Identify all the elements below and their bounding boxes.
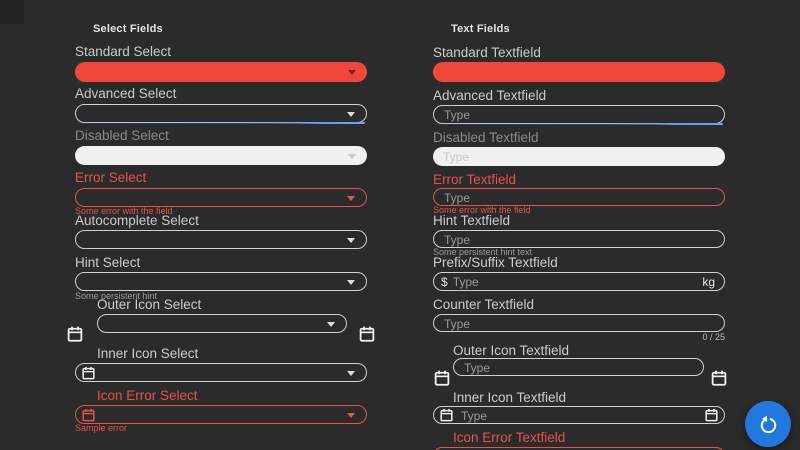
calendar-icon	[710, 369, 728, 387]
disabled-textfield-label: Disabled Textfield	[433, 130, 539, 145]
error-select-field[interactable]	[75, 188, 367, 207]
chevron-down-icon	[347, 412, 355, 418]
inner-icon-textfield[interactable]	[433, 406, 725, 424]
calendar-icon	[433, 369, 451, 387]
chevron-down-icon	[347, 279, 355, 285]
outer-icon-textfield-label: Outer Icon Textfield	[453, 343, 570, 358]
form-demo-screen: Select Fields Standard Select Advanced S…	[0, 0, 800, 450]
prefix-suffix-textfield-label: Prefix/Suffix Textfield	[433, 255, 558, 270]
error-textfield-label: Error Textfield	[433, 172, 517, 187]
focus-underline	[77, 122, 365, 124]
autocomplete-select-field[interactable]	[75, 230, 367, 249]
reset-undo-icon	[757, 413, 780, 436]
standard-textfield[interactable]	[433, 62, 725, 82]
hint-textfield-label: Hint Textfield	[433, 213, 511, 228]
inner-icon-textfield-label: Inner Icon Textfield	[453, 390, 567, 405]
autocomplete-select-label: Autocomplete Select	[75, 213, 199, 228]
calendar-icon	[704, 408, 719, 423]
icon-error-select-error-text: Sample error	[75, 423, 128, 433]
hint-select-label: Hint Select	[75, 255, 141, 270]
outer-icon-textfield-input[interactable]	[454, 360, 703, 376]
outer-icon-textfield[interactable]	[453, 358, 704, 376]
counter-textfield-label: Counter Textfield	[433, 297, 535, 312]
calendar-icon	[358, 325, 376, 343]
standard-select-field[interactable]	[75, 62, 367, 82]
text-fields-section-title: Text Fields	[451, 23, 510, 35]
hint-textfield-input[interactable]	[434, 232, 724, 248]
counter-textfield-input[interactable]	[434, 316, 724, 332]
prefix-text: $	[441, 274, 448, 289]
disabled-select-field	[75, 146, 367, 165]
counter-textfield[interactable]	[433, 314, 725, 332]
inner-icon-textfield-input[interactable]	[434, 408, 724, 424]
focus-underline	[435, 123, 723, 125]
disabled-select-label: Disabled Select	[75, 128, 169, 143]
chevron-down-icon	[347, 111, 355, 117]
icon-error-select-label: Icon Error Select	[97, 388, 198, 403]
advanced-textfield-input[interactable]	[434, 106, 724, 124]
calendar-icon	[66, 325, 84, 343]
select-fields-section-title: Select Fields	[93, 23, 163, 35]
disabled-textfield	[433, 147, 725, 166]
chevron-down-icon	[348, 70, 356, 75]
inner-icon-select-field[interactable]	[75, 363, 367, 382]
suffix-text: kg	[702, 274, 715, 289]
advanced-textfield[interactable]	[433, 105, 725, 124]
disabled-textfield-input	[433, 147, 725, 166]
calendar-icon	[81, 407, 96, 422]
calendar-icon	[439, 408, 454, 423]
error-select-label: Error Select	[75, 170, 147, 185]
advanced-textfield-label: Advanced Textfield	[433, 88, 547, 103]
standard-select-label: Standard Select	[75, 44, 172, 59]
prefix-suffix-textfield[interactable]: $ kg	[433, 272, 725, 291]
window-corner-square	[0, 0, 24, 24]
chevron-down-icon	[347, 195, 355, 201]
standard-textfield-label: Standard Textfield	[433, 45, 541, 60]
error-textfield[interactable]	[433, 188, 725, 206]
chevron-down-icon	[347, 237, 355, 243]
chevron-down-icon	[347, 370, 355, 376]
prefix-suffix-textfield-input[interactable]	[447, 273, 703, 290]
chevron-down-icon	[327, 321, 335, 327]
outer-icon-select-label: Outer Icon Select	[97, 297, 202, 312]
reset-fab-button[interactable]	[745, 401, 791, 447]
calendar-icon	[81, 365, 96, 380]
hint-textfield[interactable]	[433, 230, 725, 248]
outer-icon-select-field[interactable]	[97, 314, 347, 333]
chevron-down-icon	[348, 153, 356, 159]
advanced-select-field[interactable]	[75, 104, 367, 123]
inner-icon-select-label: Inner Icon Select	[97, 346, 199, 361]
hint-select-field[interactable]	[75, 272, 367, 291]
error-textfield-input[interactable]	[434, 190, 724, 206]
character-counter: 0 / 25	[702, 332, 725, 342]
icon-error-select-field[interactable]	[75, 405, 367, 424]
advanced-select-label: Advanced Select	[75, 86, 177, 101]
icon-error-textfield-label: Icon Error Textfield	[453, 430, 566, 445]
